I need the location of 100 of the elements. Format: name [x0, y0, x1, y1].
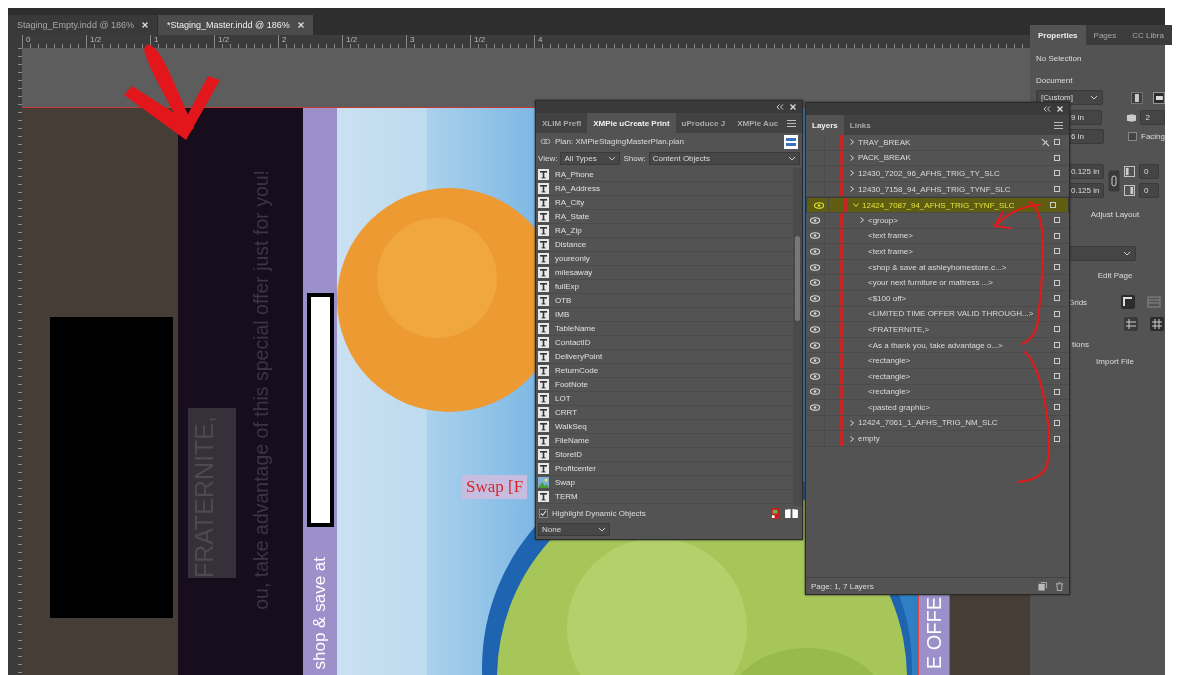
content-object-item[interactable]: LOT — [536, 392, 793, 406]
content-object-item[interactable]: ContactID — [536, 336, 793, 350]
show-dropdown[interactable]: Content Objects — [648, 151, 800, 165]
adjust-layout-button[interactable]: Adjust Layout — [1072, 206, 1158, 222]
content-object-item[interactable]: Swap — [536, 476, 793, 490]
eye-icon[interactable] — [810, 403, 820, 411]
content-object-item[interactable]: fullExp — [536, 280, 793, 294]
eye-icon[interactable] — [810, 279, 820, 287]
eye-icon[interactable] — [810, 294, 820, 302]
margin-field[interactable]: 0 — [1139, 164, 1159, 179]
content-object-item[interactable]: ReturnCode — [536, 364, 793, 378]
content-object-item[interactable]: RA_State — [536, 210, 793, 224]
chevron-icon[interactable] — [849, 139, 855, 146]
document-tab[interactable]: *Staging_Master.indd @ 186% — [158, 15, 313, 35]
content-object-item[interactable]: Profitcenter — [536, 462, 793, 476]
chevron-icon[interactable] — [849, 435, 855, 442]
content-object-item[interactable]: WalkSeq — [536, 420, 793, 434]
grid-icon[interactable] — [1121, 295, 1136, 309]
link-icon[interactable] — [1108, 170, 1120, 192]
chevron-icon[interactable] — [853, 202, 859, 209]
pen-slash-icon[interactable] — [1041, 137, 1050, 147]
eye-icon[interactable] — [810, 341, 820, 349]
layer-row[interactable]: <shop & save at ashleyhomestore.c...> — [806, 259, 1069, 276]
landscape-icon[interactable] — [1153, 91, 1165, 104]
eye-icon[interactable] — [810, 372, 820, 380]
layer-row[interactable]: <group> — [806, 212, 1069, 229]
scrollbar[interactable] — [793, 168, 802, 506]
eye-icon[interactable] — [810, 247, 820, 255]
content-object-item[interactable]: milesaway — [536, 266, 793, 280]
layer-row[interactable]: <rectangle> — [806, 353, 1069, 369]
close-icon[interactable] — [1057, 106, 1063, 112]
close-icon[interactable] — [297, 22, 304, 28]
panel-tab[interactable]: Layers — [806, 115, 844, 135]
collapse-icon[interactable] — [776, 104, 784, 110]
layer-row[interactable]: TRAY_BREAK — [806, 135, 1069, 151]
eye-icon[interactable] — [810, 388, 820, 396]
eye-icon[interactable] — [810, 357, 820, 365]
eye-icon[interactable] — [810, 325, 820, 333]
chevron-icon[interactable] — [849, 154, 855, 161]
pages-icon[interactable] — [784, 508, 799, 519]
layer-row[interactable]: 12424_7061_1_AFHS_TRIG_NM_SLC — [806, 415, 1069, 432]
eye-icon[interactable] — [810, 310, 820, 318]
layer-row[interactable]: <your next furniture or mattress ...> — [806, 275, 1069, 291]
layer-row[interactable]: <text frame> — [806, 228, 1069, 245]
panel-tab[interactable]: XMPie uCreate Print — [587, 113, 676, 133]
layer-row[interactable]: <LIMITED TIME OFFER VALID THROUGH...> — [806, 306, 1069, 323]
content-object-item[interactable]: RA_City — [536, 196, 793, 210]
portrait-icon[interactable] — [1131, 91, 1144, 104]
chevron-icon[interactable] — [849, 186, 855, 193]
layer-row[interactable]: <rectangle> — [806, 368, 1069, 385]
layer-row[interactable]: PACK_BREAK — [806, 150, 1069, 167]
checkbox[interactable] — [539, 509, 548, 518]
layer-row[interactable]: empty — [806, 431, 1069, 447]
content-object-item[interactable]: IMB — [536, 308, 793, 322]
layer-row[interactable]: 12424_7087_94_AFHS_TRIG_TYNF_SLC — [806, 197, 1069, 213]
margin-field[interactable]: 0 — [1139, 183, 1159, 198]
chevron-icon[interactable] — [859, 217, 865, 224]
content-object-item[interactable]: OTB — [536, 294, 793, 308]
menu-icon[interactable] — [1054, 121, 1063, 129]
import-file-button[interactable]: Import File — [1072, 353, 1158, 369]
eye-icon[interactable] — [810, 232, 820, 240]
close-icon[interactable] — [142, 22, 149, 28]
guides-icon[interactable] — [1124, 317, 1138, 331]
eye-icon[interactable] — [810, 263, 820, 271]
panel-tab[interactable]: Properties — [1030, 25, 1086, 45]
checkbox[interactable] — [1128, 132, 1137, 141]
view-dropdown[interactable]: All Types — [560, 151, 621, 165]
layer-row[interactable]: <rectangle> — [806, 384, 1069, 401]
new-layer-icon[interactable] — [1038, 581, 1047, 591]
layer-row[interactable]: 12430_7202_96_AFHS_TRIG_TY_SLC — [806, 166, 1069, 182]
content-object-item[interactable]: CRRT — [536, 406, 793, 420]
eye-icon[interactable] — [814, 201, 824, 209]
layer-row[interactable]: <FRATERNITE,> — [806, 322, 1069, 338]
eye-icon[interactable] — [810, 216, 820, 224]
content-object-item[interactable]: FootNote — [536, 378, 793, 392]
content-object-item[interactable]: TERM — [536, 490, 793, 504]
content-object-item[interactable]: Distance — [536, 238, 793, 252]
layer-row[interactable]: <As a thank you, take advantage o...> — [806, 337, 1069, 354]
content-object-item[interactable]: RA_Address — [536, 182, 793, 196]
pages-field[interactable]: 2 — [1140, 110, 1165, 125]
chevron-icon[interactable] — [849, 170, 855, 177]
dynamic-object-icon[interactable] — [771, 508, 780, 519]
content-object-item[interactable]: youreonly — [536, 252, 793, 266]
layer-row[interactable]: <text frame> — [806, 244, 1069, 260]
layer-row[interactable]: <pasted graphic> — [806, 400, 1069, 416]
document-tab[interactable]: Staging_Empty.indd @ 186% — [8, 15, 158, 35]
collapse-icon[interactable] — [1043, 106, 1051, 112]
menu-icon[interactable] — [787, 119, 796, 127]
mode-dropdown[interactable]: None — [538, 522, 610, 536]
content-object-item[interactable]: RA_Phone — [536, 168, 793, 182]
chevron-icon[interactable] — [849, 420, 855, 426]
edit-page-button[interactable]: Edit Page — [1072, 267, 1158, 283]
content-object-item[interactable]: TableName — [536, 322, 793, 336]
layer-row[interactable]: <$100 off> — [806, 290, 1069, 307]
content-object-item[interactable]: StoreID — [536, 448, 793, 462]
content-object-item[interactable]: FileName — [536, 434, 793, 448]
guides-icon[interactable] — [1150, 317, 1164, 331]
content-object-item[interactable]: RA_Zip — [536, 224, 793, 238]
trash-icon[interactable] — [1055, 581, 1064, 591]
close-icon[interactable] — [790, 104, 796, 110]
